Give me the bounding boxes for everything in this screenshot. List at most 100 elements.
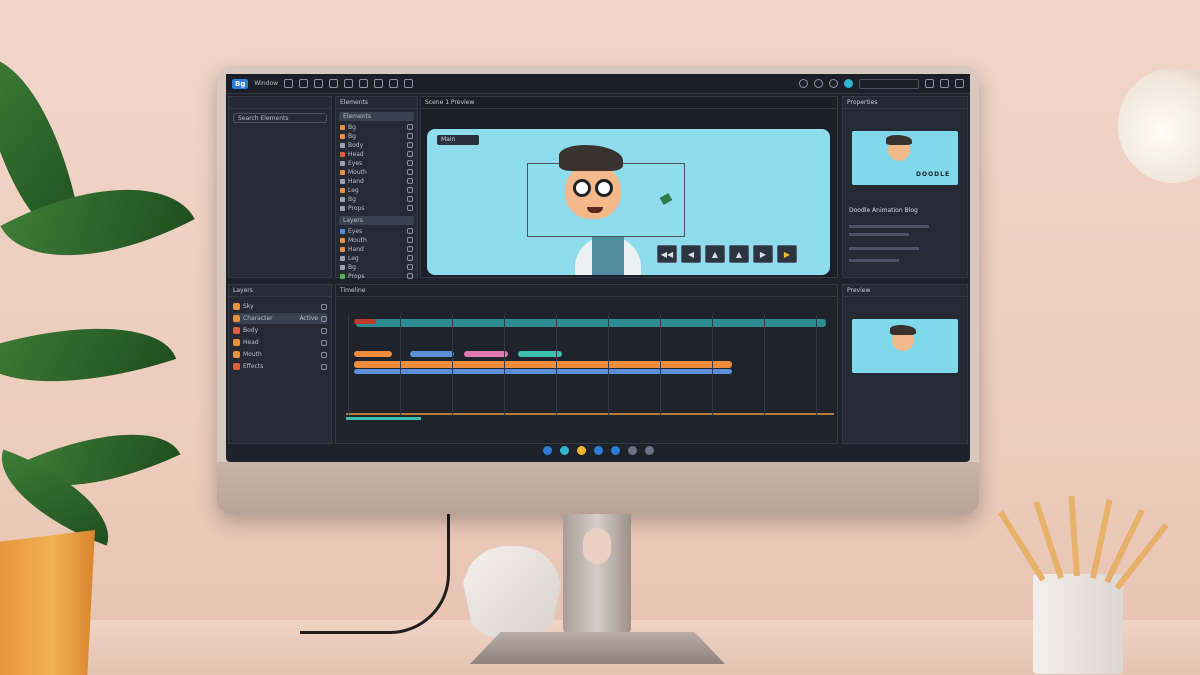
visibility-icon[interactable]	[407, 246, 413, 252]
layer-asset-row[interactable]: Hand	[340, 245, 413, 253]
dock-icon[interactable]	[560, 446, 569, 455]
timeline-clip[interactable]	[354, 361, 732, 368]
layer-asset-row[interactable]: Eyes	[340, 227, 413, 235]
visibility-icon[interactable]	[407, 228, 413, 234]
search-input[interactable]: Search Elements	[233, 113, 327, 123]
visibility-icon[interactable]	[407, 273, 413, 279]
lower-preview-thumbnail[interactable]	[852, 319, 958, 373]
layer-label: Head	[243, 339, 259, 346]
undo-icon[interactable]	[284, 79, 294, 88]
pen-icon[interactable]	[374, 79, 384, 88]
grid-icon[interactable]	[955, 79, 964, 88]
copy-icon[interactable]	[329, 79, 339, 88]
layer-visibility-icon[interactable]	[321, 339, 327, 346]
layer-visibility-icon[interactable]	[321, 315, 327, 322]
layer-asset-row[interactable]: Props	[340, 272, 413, 280]
asset-row[interactable]: Bg	[340, 195, 413, 203]
asset-row[interactable]: Bg	[340, 132, 413, 140]
visibility-icon[interactable]	[407, 142, 413, 148]
visibility-icon[interactable]	[407, 160, 413, 166]
asset-row[interactable]: Props	[340, 204, 413, 212]
asset-label: Bg	[348, 263, 356, 271]
save-icon[interactable]	[925, 79, 934, 88]
properties-thumbnail[interactable]: DOODLE	[852, 131, 958, 185]
timeline-clip[interactable]	[354, 351, 392, 357]
dock-icon[interactable]	[543, 446, 552, 455]
playback-button[interactable]: ▶	[777, 245, 797, 263]
layer-color-icon	[233, 351, 240, 358]
cut-icon[interactable]	[314, 79, 324, 88]
redo-icon[interactable]	[299, 79, 309, 88]
character-glasses-left	[573, 179, 591, 197]
assets-group-elements[interactable]: Elements	[339, 112, 414, 121]
visibility-icon[interactable]	[407, 196, 413, 202]
properties-title: Properties	[843, 97, 967, 109]
dock-icon[interactable]	[628, 446, 637, 455]
layer-row[interactable]: Head	[233, 337, 327, 348]
export-icon[interactable]	[940, 79, 949, 88]
toolbar-search-field[interactable]	[859, 78, 919, 89]
layer-visibility-icon[interactable]	[321, 363, 327, 370]
layer-asset-row[interactable]: Leg	[340, 254, 413, 262]
help-icon[interactable]	[799, 79, 808, 88]
asset-swatch-icon	[340, 160, 345, 166]
visibility-icon[interactable]	[407, 151, 413, 157]
asset-swatch-icon	[340, 142, 345, 148]
asset-label: Body	[348, 141, 364, 149]
timeline-clip[interactable]	[464, 351, 508, 357]
layer-row[interactable]: Sky	[233, 301, 327, 312]
visibility-icon[interactable]	[407, 124, 413, 130]
layer-row[interactable]: Body	[233, 325, 327, 336]
thumb-character-hair	[886, 135, 912, 145]
timeline-clip[interactable]	[356, 319, 826, 327]
asset-row[interactable]: Mouth	[340, 168, 413, 176]
layer-row[interactable]: Character Active	[233, 313, 327, 324]
timeline-clip[interactable]	[354, 369, 732, 374]
asset-row[interactable]: Leg	[340, 186, 413, 194]
text-icon[interactable]	[404, 79, 414, 88]
asset-row[interactable]: Bg	[340, 123, 413, 131]
playback-button[interactable]: ◀◀	[657, 245, 677, 263]
visibility-icon[interactable]	[407, 169, 413, 175]
visibility-icon[interactable]	[407, 255, 413, 261]
playback-button[interactable]: ▲	[705, 245, 725, 263]
layer-visibility-icon[interactable]	[321, 351, 327, 358]
search-icon[interactable]	[814, 79, 823, 88]
character-hair	[559, 145, 623, 171]
asset-row[interactable]: Body	[340, 141, 413, 149]
app-logo[interactable]: Bg	[232, 78, 249, 89]
dock-icon[interactable]	[594, 446, 603, 455]
layer-visibility-icon[interactable]	[321, 327, 327, 334]
brush-icon[interactable]	[359, 79, 369, 88]
timeline-clip[interactable]	[354, 319, 376, 324]
preview-canvas[interactable]: Main ◀◀ ◀ ▲ ▲ ▶ ▶	[427, 129, 830, 275]
layer-asset-row[interactable]: Bg	[340, 263, 413, 271]
asset-row[interactable]: Eyes	[340, 159, 413, 167]
layer-row[interactable]: Mouth	[233, 349, 327, 360]
settings-icon[interactable]	[829, 79, 838, 88]
playback-button[interactable]: ▶	[753, 245, 773, 263]
assets-group-layers[interactable]: Layers	[339, 216, 414, 225]
timeline-clip[interactable]	[410, 351, 454, 357]
playback-button[interactable]: ◀	[681, 245, 701, 263]
visibility-icon[interactable]	[407, 237, 413, 243]
asset-row[interactable]: Hand	[340, 177, 413, 185]
dock-icon[interactable]	[577, 446, 586, 455]
layer-visibility-icon[interactable]	[321, 303, 327, 310]
asset-row[interactable]: Head	[340, 150, 413, 158]
dock-icon[interactable]	[611, 446, 620, 455]
visibility-icon[interactable]	[407, 264, 413, 270]
visibility-icon[interactable]	[407, 205, 413, 211]
visibility-icon[interactable]	[407, 178, 413, 184]
user-icon[interactable]	[844, 79, 853, 88]
visibility-icon[interactable]	[407, 187, 413, 193]
playhead[interactable]	[346, 417, 421, 420]
menu-window[interactable]: Window	[254, 80, 278, 87]
layer-asset-row[interactable]: Mouth	[340, 236, 413, 244]
layer-row[interactable]: Effects	[233, 361, 327, 372]
check-icon[interactable]	[389, 79, 399, 88]
dock-icon[interactable]	[645, 446, 654, 455]
paste-icon[interactable]	[344, 79, 354, 88]
playback-button[interactable]: ▲	[729, 245, 749, 263]
visibility-icon[interactable]	[407, 133, 413, 139]
